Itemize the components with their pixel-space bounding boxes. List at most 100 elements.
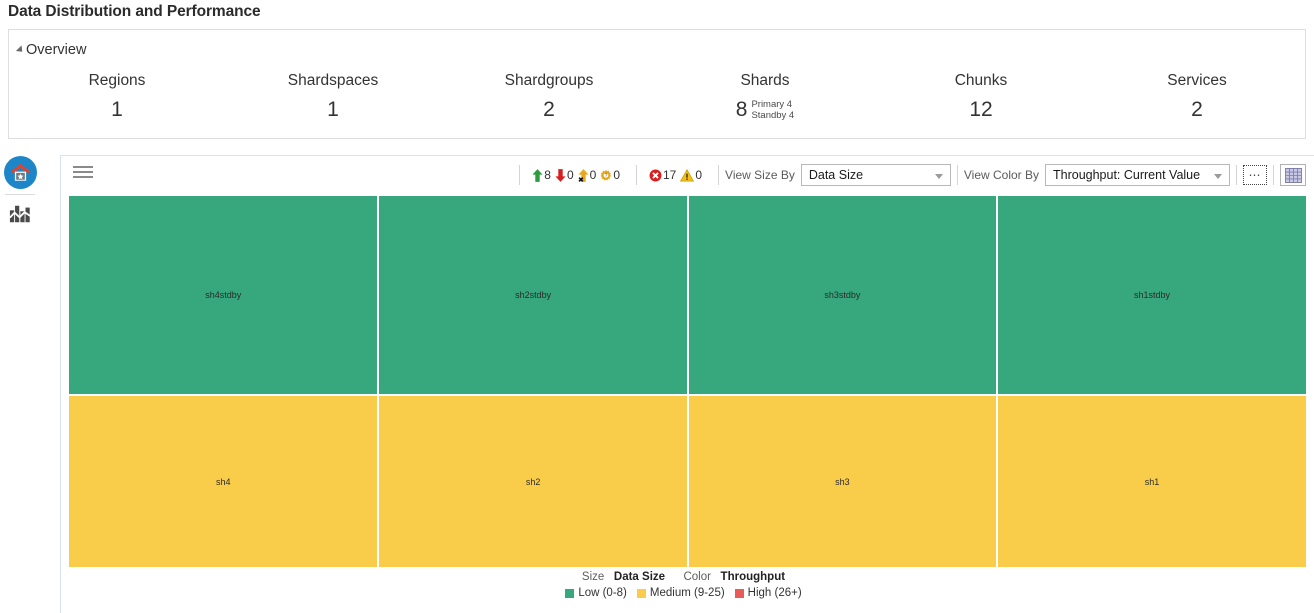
arrow-up-green-icon (532, 169, 543, 182)
rail-item-performance[interactable] (0, 194, 40, 238)
metric-label: Regions (9, 70, 225, 92)
triangle-collapse-icon[interactable] (16, 45, 25, 54)
metric-value-wrap: 2 (1191, 97, 1203, 123)
status-error-count: 17 (663, 168, 676, 182)
legend-color-key: Color (683, 571, 710, 583)
gear-amber-icon: ? (600, 169, 612, 182)
metric-value: 12 (969, 97, 992, 123)
toolbar-right-group: 8 0 0 (513, 156, 1306, 194)
more-options-button[interactable]: ⋯ (1243, 165, 1267, 185)
treemap-cell-sh2[interactable]: sh2 (379, 396, 688, 567)
svg-text:?: ? (605, 173, 608, 179)
overview-section-label: Overview (26, 42, 86, 58)
treemap-cell-sh4stdby[interactable]: sh4stdby (69, 196, 379, 396)
view-color-by-value: Throughput: Current Value (1053, 168, 1200, 182)
metric-value-wrap: 8 Primary 4 Standby 4 (736, 97, 794, 123)
treemap-cell-label: sh2stdby (515, 290, 551, 300)
table-view-button[interactable] (1280, 164, 1306, 186)
treemap-toolbar: 8 0 0 (61, 156, 1314, 194)
metric-value: 2 (543, 97, 555, 123)
metric-chunks: Chunks 12 (873, 70, 1089, 123)
legend-band-label: Medium (9-25) (650, 587, 725, 599)
error-circle-red-icon (649, 169, 662, 182)
treemap-cell-label: sh4stdby (205, 290, 241, 300)
hamburger-line (73, 176, 93, 178)
status-counters-availability: 8 0 0 (526, 164, 630, 186)
treemap-cell-sh4[interactable]: sh4 (69, 396, 379, 567)
arrow-down-red-icon (555, 169, 566, 182)
rail-item-home-favorite[interactable] (0, 150, 40, 194)
metric-sub-standby: Standby 4 (751, 110, 794, 121)
metric-label: Shards (657, 70, 873, 92)
metric-label: Shardspaces (225, 70, 441, 92)
status-down-count: 0 (567, 168, 574, 182)
legend-band-medium[interactable]: Medium (9-25) (637, 587, 725, 599)
arrow-up-x-amber-icon (578, 169, 589, 182)
legend-swatch-medium (637, 589, 646, 598)
status-up[interactable]: 8 (532, 168, 551, 182)
treemap-row: sh4stdby sh2stdby sh3stdby sh1stdby (69, 196, 1306, 396)
treemap-cell-sh3[interactable]: sh3 (689, 396, 998, 567)
treemap-row: sh4 sh2 sh3 sh1 (69, 396, 1306, 567)
legend-color-value: Throughput (721, 571, 786, 583)
metric-value: 1 (111, 97, 123, 123)
overview-section-header[interactable]: Overview (18, 42, 86, 58)
metric-shardgroups: Shardgroups 2 (441, 70, 657, 123)
treemap-cell-sh1[interactable]: sh1 (998, 396, 1306, 567)
overview-metrics: Regions 1 Shardspaces 1 Shardgroups 2 Sh… (9, 70, 1305, 123)
toolbar-divider (1273, 165, 1274, 185)
hamburger-menu-icon[interactable] (73, 166, 93, 181)
treemap-cell-label: sh1 (1145, 477, 1160, 487)
treemap-panel: 8 0 0 (60, 155, 1314, 613)
legend-bands: Low (0-8) Medium (9-25) High (26+) (61, 587, 1306, 599)
chevron-down-icon[interactable] (1214, 174, 1222, 179)
legend-swatch-low (565, 589, 574, 598)
status-unknown[interactable]: ? 0 (600, 168, 620, 182)
metric-value-wrap: 2 (543, 97, 555, 123)
toolbar-divider (636, 165, 637, 185)
treemap-chart: sh4stdby sh2stdby sh3stdby sh1stdby sh4 … (69, 196, 1306, 567)
toolbar-divider (1236, 165, 1237, 185)
grid-table-icon (1285, 168, 1302, 183)
status-error[interactable]: 17 (649, 168, 676, 182)
view-color-by-label: View Color By (964, 168, 1039, 182)
metric-regions: Regions 1 (9, 70, 225, 123)
treemap-cell-sh2stdby[interactable]: sh2stdby (379, 196, 688, 396)
metric-label: Chunks (873, 70, 1089, 92)
metric-sub-primary: Primary 4 (751, 99, 794, 110)
metric-services: Services 2 (1089, 70, 1305, 123)
left-icon-rail (0, 150, 40, 238)
status-up-count: 8 (544, 168, 551, 182)
toolbar-divider (957, 165, 958, 185)
hamburger-line (73, 171, 93, 173)
performance-icon[interactable] (9, 203, 31, 230)
legend-band-label: High (26+) (748, 587, 802, 599)
legend-band-high[interactable]: High (26+) (735, 587, 802, 599)
hamburger-line (73, 166, 93, 168)
metric-label: Shardgroups (441, 70, 657, 92)
view-size-by-select[interactable]: Data Size (801, 164, 951, 186)
treemap-cell-sh1stdby[interactable]: sh1stdby (998, 196, 1306, 396)
status-counters-alerts: 17 0 (643, 164, 712, 186)
legend-band-label: Low (0-8) (578, 587, 627, 599)
metric-value: 1 (327, 97, 339, 123)
status-down[interactable]: 0 (555, 168, 574, 182)
toolbar-divider (519, 165, 520, 185)
view-color-by-select[interactable]: Throughput: Current Value (1045, 164, 1230, 186)
status-up-blackout[interactable]: 0 (578, 168, 597, 182)
metric-shards: Shards 8 Primary 4 Standby 4 (657, 70, 873, 123)
metric-shardspaces: Shardspaces 1 (225, 70, 441, 123)
status-warning-count: 0 (695, 168, 702, 182)
treemap-cell-sh3stdby[interactable]: sh3stdby (689, 196, 998, 396)
legend-size-key: Size (582, 571, 604, 583)
view-size-by-value: Data Size (809, 168, 863, 182)
home-star-icon[interactable] (4, 156, 37, 189)
status-warning[interactable]: 0 (680, 168, 702, 182)
metric-value-wrap: 1 (111, 97, 123, 123)
treemap-cell-label: sh3 (835, 477, 850, 487)
legend-header: Size Data Size Color Throughput (61, 569, 1306, 585)
legend-band-low[interactable]: Low (0-8) (565, 587, 627, 599)
metric-value-wrap: 1 (327, 97, 339, 123)
chevron-down-icon[interactable] (935, 174, 943, 179)
page-title: Data Distribution and Performance (8, 3, 261, 21)
